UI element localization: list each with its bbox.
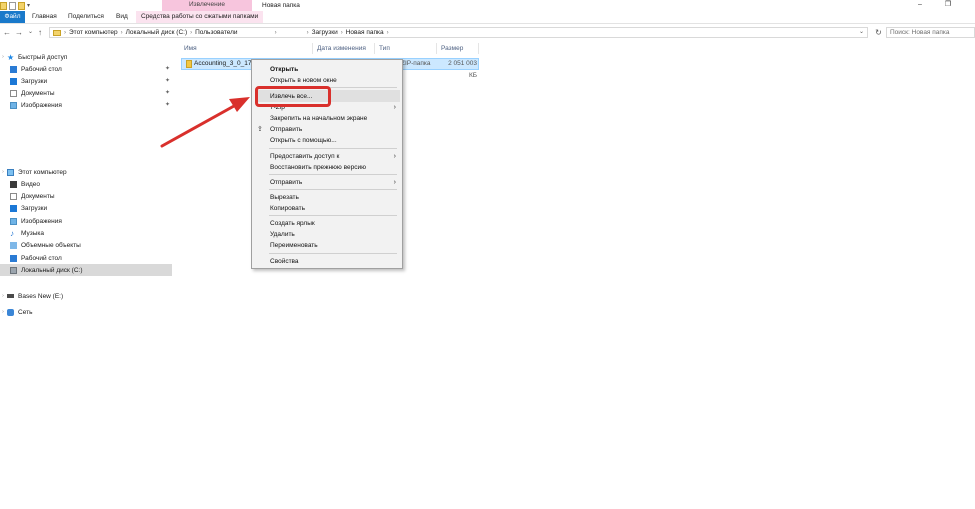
annotation-arrow-icon <box>160 97 250 148</box>
